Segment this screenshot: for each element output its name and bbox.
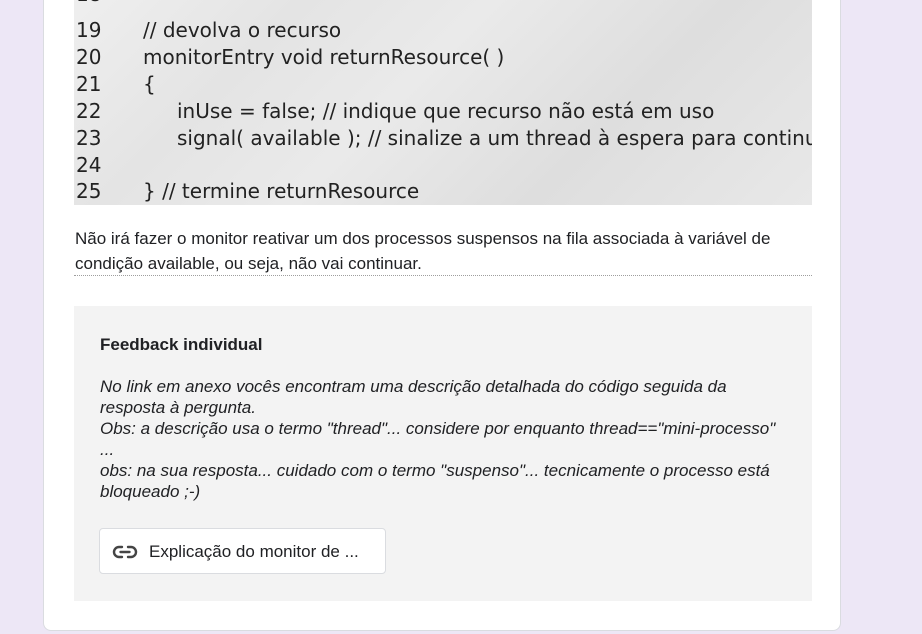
- answer-text: Não irá fazer o monitor reativar um dos …: [75, 229, 771, 273]
- feedback-body: No link em anexo vocês encontram uma des…: [100, 377, 776, 501]
- code-image: 18 19 // devolva o recurso 20 monitorEnt…: [74, 0, 812, 205]
- feedback-link-label: Explicação do monitor de ...: [149, 542, 359, 561]
- code-line-text: signal( available ); // sinalize a um th…: [177, 126, 812, 150]
- feedback-title: Feedback individual: [100, 335, 263, 354]
- code-line-text: inUse = false; // indique que recurso nã…: [177, 99, 715, 123]
- code-line-number: 24: [76, 153, 102, 177]
- feedback-link-button[interactable]: Explicação do monitor de ...: [99, 528, 386, 574]
- code-line-text: // devolva o recurso: [143, 18, 342, 42]
- code-line-text: } // termine returnResource: [143, 179, 420, 203]
- code-line-number: 18: [76, 0, 116, 6]
- code-line-number: 19: [76, 18, 102, 42]
- code-line-number: 23: [76, 126, 102, 150]
- answer-divider: [74, 275, 812, 276]
- code-line-number: 22: [76, 99, 102, 123]
- code-line-text: {: [143, 72, 156, 96]
- link-icon: [111, 542, 139, 562]
- code-line-number: 20: [76, 45, 102, 69]
- code-line-number: 21: [76, 72, 102, 96]
- code-line-number: 25: [76, 179, 102, 203]
- code-line-text: monitorEntry void returnResource( ): [143, 45, 505, 69]
- feedback-panel: Feedback individual No link em anexo voc…: [74, 306, 812, 601]
